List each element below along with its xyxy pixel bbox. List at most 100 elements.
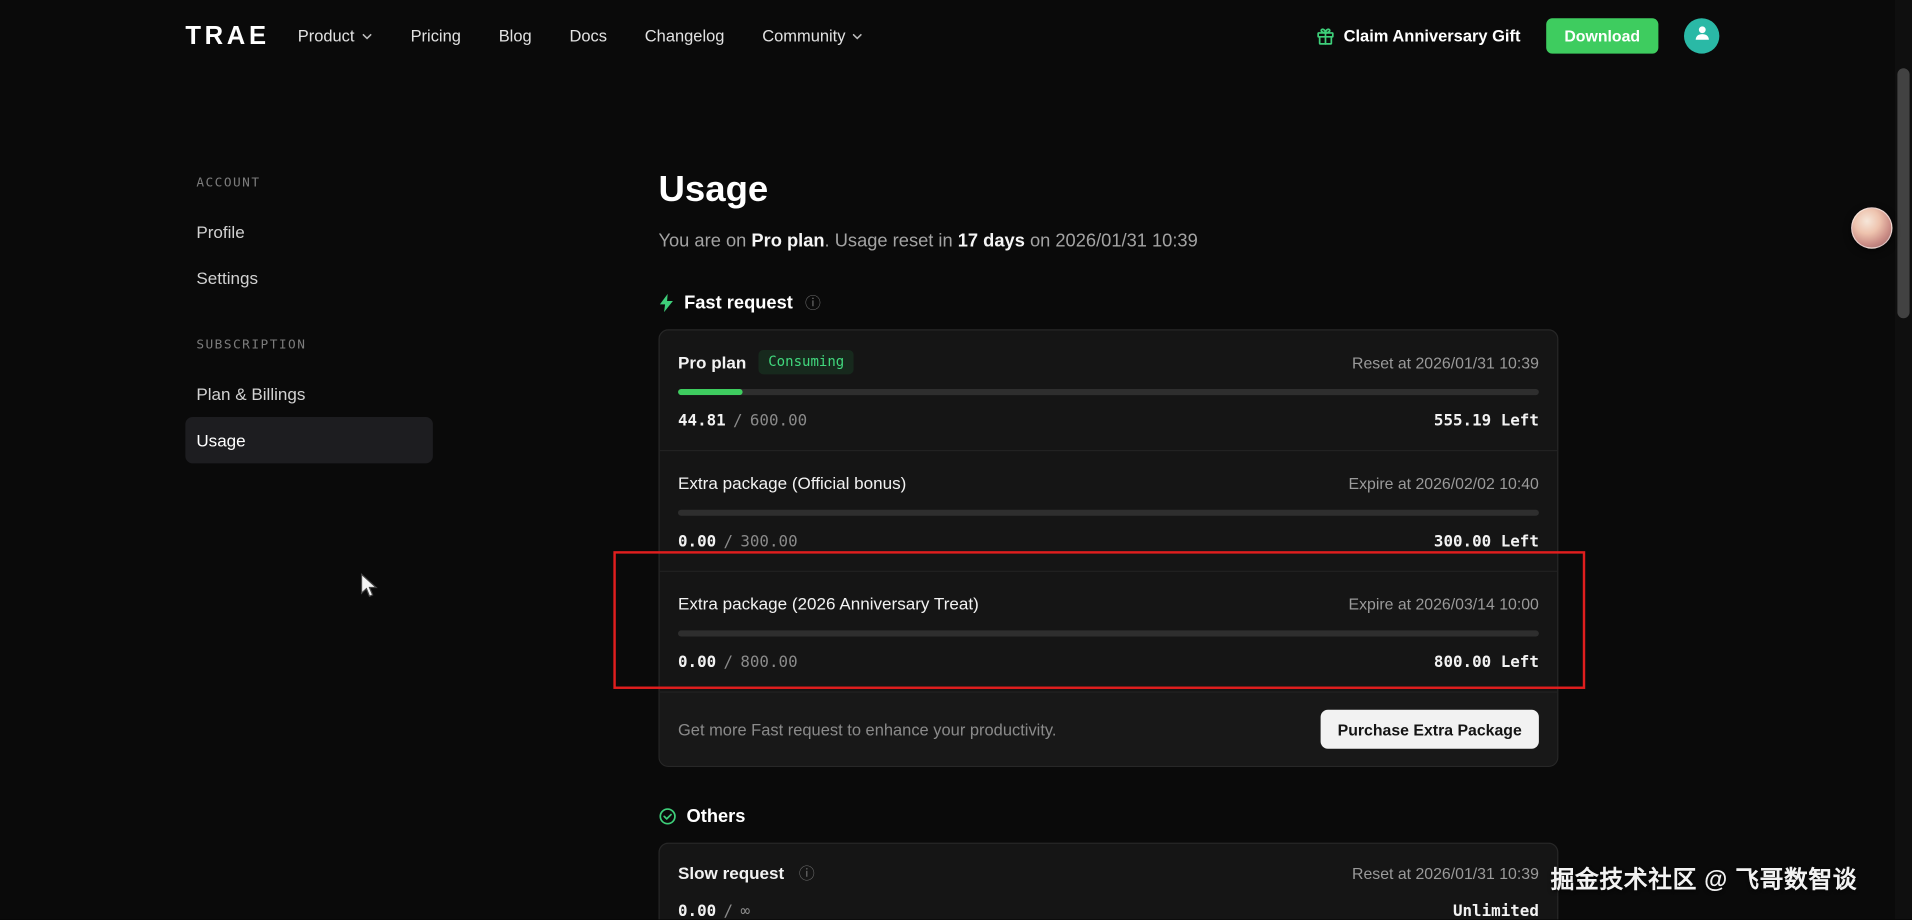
others-card: Slow request ⓘ Reset at 2026/01/31 10:39… <box>658 843 1558 920</box>
usage-row-official-bonus: Extra package (Official bonus) Expire at… <box>660 450 1557 571</box>
fast-request-title: Fast request <box>684 292 793 313</box>
row-header: Slow request ⓘ Reset at 2026/01/31 10:39 <box>678 861 1539 885</box>
row-header: Pro plan Consuming Reset at 2026/01/31 1… <box>678 350 1539 374</box>
plan-summary: You are on Pro plan. Usage reset in 17 d… <box>658 229 1558 253</box>
gift-icon <box>1316 26 1336 46</box>
page-title: Usage <box>658 171 1558 210</box>
info-icon[interactable]: ⓘ <box>805 294 821 310</box>
check-circle-icon <box>658 807 676 825</box>
sidebar-item-profile-label: Profile <box>196 222 244 242</box>
separator: / <box>723 902 733 920</box>
separator: / <box>733 412 743 430</box>
nav-item-docs[interactable]: Docs <box>569 27 607 45</box>
scrollbar[interactable] <box>1895 0 1912 919</box>
remaining-value: 800.00 Left <box>1434 653 1539 671</box>
reset-date: Reset at 2026/01/31 10:39 <box>1352 864 1539 882</box>
nav-item-pricing[interactable]: Pricing <box>411 27 461 45</box>
usage-row-anniversary-treat: Extra package (2026 Anniversary Treat) E… <box>660 571 1557 692</box>
package-name: Extra package (Official bonus) <box>678 473 906 493</box>
used-value: 0.00 <box>678 902 716 920</box>
expire-date: Expire at 2026/02/02 10:40 <box>1349 474 1539 492</box>
top-nav: TRAE Product Pricing Blog Docs Changelog <box>0 0 1912 72</box>
nav-item-docs-label: Docs <box>569 27 607 45</box>
subtitle-text: on 2026/01/31 10:39 <box>1025 230 1198 251</box>
remaining-value: 555.19 Left <box>1434 412 1539 430</box>
nav-item-blog[interactable]: Blog <box>499 27 532 45</box>
nav-item-blog-label: Blog <box>499 27 532 45</box>
nav-item-community[interactable]: Community <box>762 27 864 45</box>
nav-right-group: Claim Anniversary Gift Download <box>1316 0 1720 72</box>
others-title: Others <box>687 805 746 826</box>
usage-page: Usage You are on Pro plan. Usage reset i… <box>658 171 1558 920</box>
chevron-down-icon <box>361 30 373 42</box>
remaining-value: Unlimited <box>1453 902 1539 920</box>
sidebar-item-plan-billings[interactable]: Plan & Billings <box>185 371 433 417</box>
sidebar-spacer <box>185 301 433 335</box>
remaining-value: 300.00 Left <box>1434 532 1539 550</box>
usage-numbers: 0.00/800.00 800.00 Left <box>678 652 1539 672</box>
purchase-extra-package-button[interactable]: Purchase Extra Package <box>1321 710 1539 749</box>
fast-request-footer: Get more Fast request to enhance your pr… <box>660 691 1557 765</box>
chevron-down-icon <box>852 30 864 42</box>
fast-request-card: Pro plan Consuming Reset at 2026/01/31 1… <box>658 329 1558 767</box>
progress-bar <box>678 630 1539 636</box>
nav-item-product[interactable]: Product <box>298 27 373 45</box>
footer-text: Get more Fast request to enhance your pr… <box>678 720 1057 738</box>
nav-item-pricing-label: Pricing <box>411 27 461 45</box>
usage-numbers: 44.81/600.00 555.19 Left <box>678 411 1539 431</box>
usage-numbers: 0.00 / ∞ Unlimited <box>678 901 1539 919</box>
row-header: Extra package (2026 Anniversary Treat) E… <box>678 591 1539 615</box>
sidebar-item-usage-label: Usage <box>196 430 245 450</box>
person-icon <box>1692 23 1712 49</box>
info-icon[interactable]: ⓘ <box>799 865 815 881</box>
sidebar-item-usage[interactable]: Usage <box>185 417 433 463</box>
sidebar-item-profile[interactable]: Profile <box>185 209 433 255</box>
browser-page: TRAE Product Pricing Blog Docs Changelog <box>0 0 1912 919</box>
nav-item-changelog-label: Changelog <box>645 27 725 45</box>
floating-avatar-photo[interactable] <box>1851 207 1892 248</box>
used-value: 0.00 <box>678 532 716 550</box>
consuming-badge: Consuming <box>758 350 853 374</box>
scrollbar-thumb[interactable] <box>1897 68 1909 318</box>
claim-anniversary-gift-link[interactable]: Claim Anniversary Gift <box>1316 26 1521 46</box>
reset-date: Reset at 2026/01/31 10:39 <box>1352 353 1539 371</box>
total-value: 600.00 <box>750 412 807 430</box>
progress-bar <box>678 510 1539 516</box>
subtitle-text: . Usage reset in <box>825 230 958 251</box>
user-avatar[interactable] <box>1684 18 1719 53</box>
reset-days-bold: 17 days <box>958 230 1025 251</box>
sidebar-item-plan-billings-label: Plan & Billings <box>196 384 305 404</box>
plan-name: Pro plan <box>678 352 746 372</box>
expire-date: Expire at 2026/03/14 10:00 <box>1349 594 1539 612</box>
usage-row-slow-request: Slow request ⓘ Reset at 2026/01/31 10:39… <box>660 844 1557 920</box>
sidebar-item-settings[interactable]: Settings <box>185 255 433 301</box>
nav-item-product-label: Product <box>298 27 355 45</box>
download-button[interactable]: Download <box>1546 18 1658 53</box>
trae-logo[interactable]: TRAE <box>185 21 269 50</box>
watermark: 掘金技术社区 @ 飞哥数智谈 <box>1551 860 1858 895</box>
sidebar-group-account: Profile Settings <box>185 209 433 302</box>
row-header: Extra package (Official bonus) Expire at… <box>678 471 1539 495</box>
plan-name-bold: Pro plan <box>751 230 824 251</box>
mouse-cursor <box>360 573 381 600</box>
total-value: ∞ <box>740 902 750 920</box>
nav-links: Product Pricing Blog Docs Changelog Comm… <box>298 27 864 45</box>
settings-sidebar: ACCOUNT Profile Settings SUBSCRIPTION Pl… <box>185 173 433 463</box>
claim-gift-label: Claim Anniversary Gift <box>1344 27 1521 45</box>
lightning-bolt-icon <box>658 293 674 311</box>
sidebar-section-subscription: SUBSCRIPTION <box>185 335 433 353</box>
sidebar-section-account: ACCOUNT <box>185 173 433 191</box>
sidebar-item-settings-label: Settings <box>196 268 258 288</box>
nav-item-changelog[interactable]: Changelog <box>645 27 725 45</box>
nav-item-community-label: Community <box>762 27 845 45</box>
usage-numbers: 0.00 / 300.00 300.00 Left <box>678 532 1539 552</box>
separator: / <box>723 532 733 550</box>
fast-request-header: Fast request ⓘ <box>658 290 1558 314</box>
progress-fill <box>678 389 742 395</box>
total-value: 300.00 <box>740 532 797 550</box>
total-value: 800.00 <box>740 653 797 671</box>
package-name: Extra package (2026 Anniversary Treat) <box>678 594 979 614</box>
usage-row-pro-plan: Pro plan Consuming Reset at 2026/01/31 1… <box>660 330 1557 450</box>
slow-request-name: Slow request <box>678 863 784 883</box>
used-value: 0.00 <box>678 653 716 671</box>
